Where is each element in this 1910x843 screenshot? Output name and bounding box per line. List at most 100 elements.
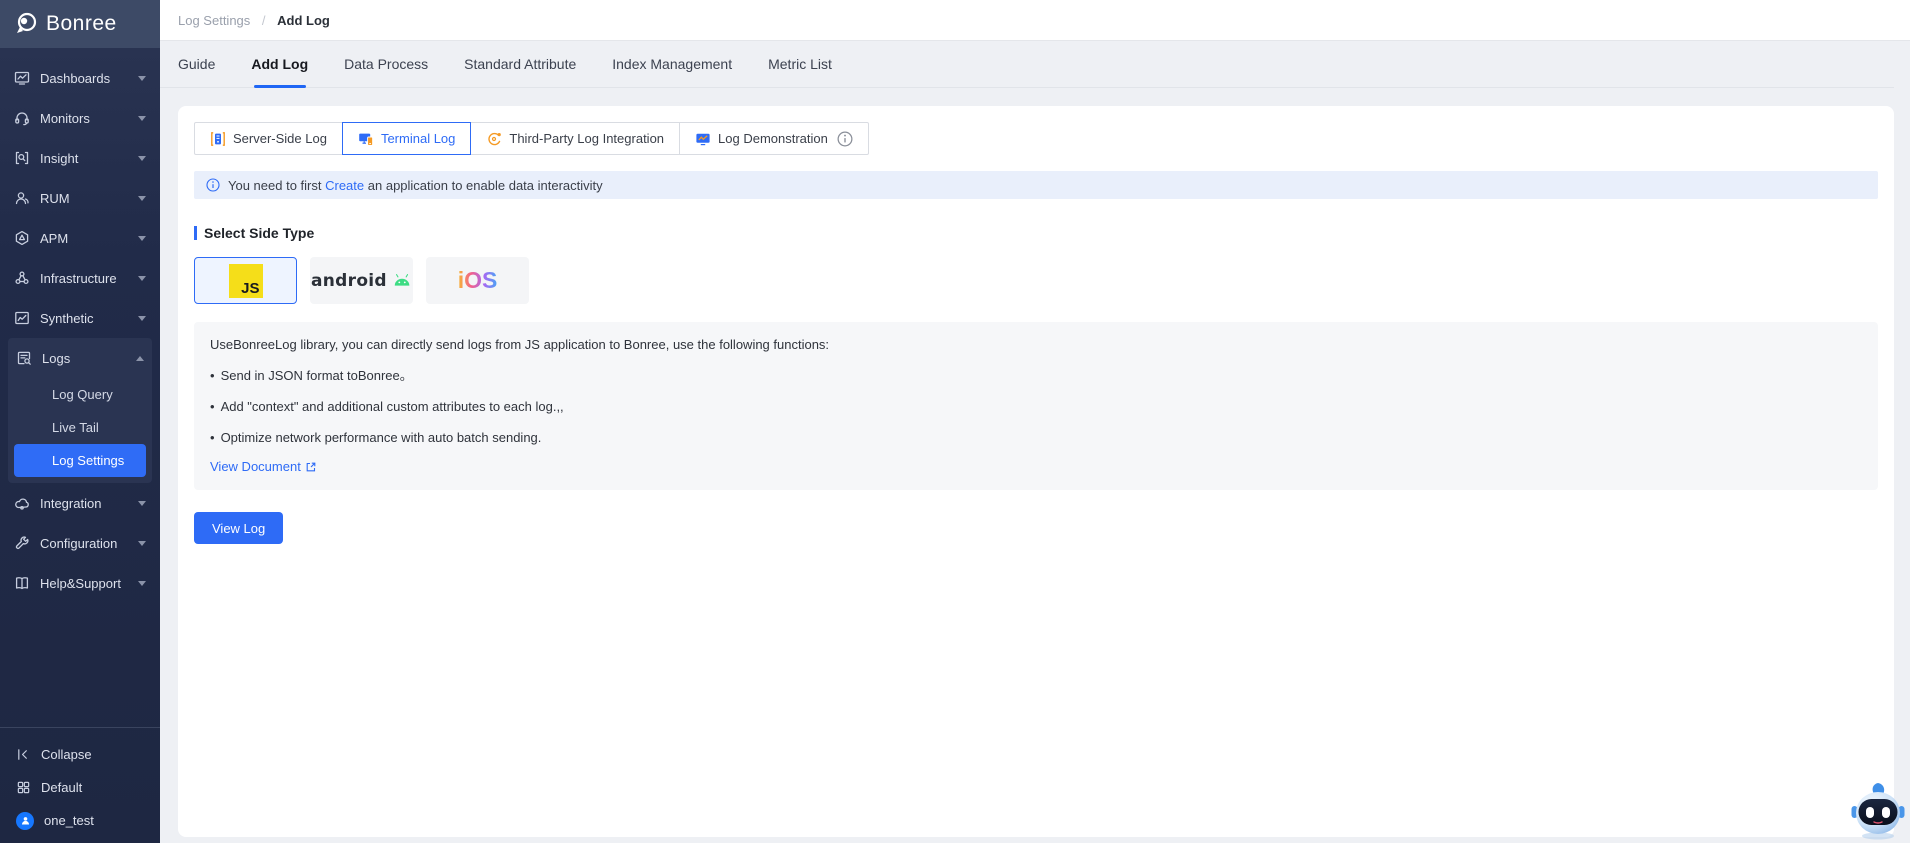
app-root: Bonree Dashboards Monitors Insight RUM [0, 0, 1910, 843]
chevron-down-icon [138, 236, 146, 241]
sidebar-group-logs: Logs Log Query Live Tail Log Settings [8, 338, 152, 483]
sidebar-child-label: Log Query [52, 387, 113, 402]
description-bullet: Optimize network performance with auto b… [210, 429, 1862, 448]
ios-label: iOS [458, 267, 498, 294]
tab-label: Standard Attribute [464, 56, 576, 72]
tab-index-management[interactable]: Index Management [612, 40, 732, 88]
sidebar-child-label: Live Tail [52, 420, 99, 435]
view-log-button[interactable]: View Log [194, 512, 283, 544]
sidebar-item-log-query[interactable]: Log Query [14, 378, 146, 411]
tab-data-process[interactable]: Data Process [344, 40, 428, 88]
sidebar-item-label: Insight [40, 151, 138, 166]
chevron-down-icon [138, 196, 146, 201]
integration-icon [14, 495, 30, 511]
third-party-icon [486, 131, 502, 147]
sidebar-item-help-support[interactable]: Help&Support [0, 563, 160, 603]
sidebar-item-label: Synthetic [40, 311, 138, 326]
breadcrumb-parent[interactable]: Log Settings [178, 13, 250, 28]
tab-guide[interactable]: Guide [178, 40, 215, 88]
create-link[interactable]: Create [325, 178, 364, 193]
section-title: Select Side Type [194, 225, 1878, 241]
chevron-down-icon [138, 276, 146, 281]
log-source-switcher: Server-Side Log Terminal Log Third-Party… [194, 122, 1878, 155]
chevron-down-icon [138, 116, 146, 121]
side-type-android[interactable]: android [310, 257, 413, 304]
sidebar-item-insight[interactable]: Insight [0, 138, 160, 178]
android-label: android [311, 271, 387, 291]
tab-label: Index Management [612, 56, 732, 72]
tab-label: Add Log [251, 56, 308, 72]
workspace-label: Default [41, 780, 82, 795]
third-party-log-button[interactable]: Third-Party Log Integration [470, 122, 680, 155]
info-banner: You need to first Create an application … [194, 171, 1878, 199]
breadcrumb-separator: / [262, 13, 266, 28]
insight-icon [14, 150, 30, 166]
sidebar-item-logs[interactable]: Logs [8, 338, 152, 378]
dashboard-icon [14, 70, 30, 86]
log-source-label: Terminal Log [381, 131, 455, 146]
sidebar-item-label: APM [40, 231, 138, 246]
sidebar-nav: Dashboards Monitors Insight RUM APM [0, 48, 160, 727]
sidebar-item-label: Help&Support [40, 576, 138, 591]
server-icon [210, 131, 226, 147]
external-link-icon [305, 461, 317, 473]
sidebar-item-label: Configuration [40, 536, 138, 551]
workspace-switcher[interactable]: Default [0, 771, 160, 804]
chevron-down-icon [138, 501, 146, 506]
synthetic-chart-icon [14, 310, 30, 326]
user-account[interactable]: one_test [0, 804, 160, 837]
tab-standard-attribute[interactable]: Standard Attribute [464, 40, 576, 88]
sidebar-item-label: Infrastructure [40, 271, 138, 286]
username-label: one_test [44, 813, 94, 828]
headset-icon [14, 110, 30, 126]
sidebar-item-integration[interactable]: Integration [0, 483, 160, 523]
breadcrumb-current: Add Log [277, 13, 330, 28]
demo-monitor-icon [695, 131, 711, 147]
banner-text-after: an application to enable data interactiv… [368, 178, 603, 193]
side-type-js[interactable]: JS [194, 257, 297, 304]
sidebar-item-log-settings[interactable]: Log Settings [14, 444, 146, 477]
sidebar-item-infrastructure[interactable]: Infrastructure [0, 258, 160, 298]
brand-logo[interactable]: Bonree [0, 0, 160, 48]
tab-metric-list[interactable]: Metric List [768, 40, 832, 88]
sidebar-item-rum[interactable]: RUM [0, 178, 160, 218]
chevron-up-icon [136, 356, 144, 361]
nodes-icon [14, 270, 30, 286]
terminal-log-button[interactable]: Terminal Log [342, 122, 471, 155]
view-document-link[interactable]: View Document [210, 459, 317, 474]
apm-icon [14, 230, 30, 246]
bonree-logo-icon [14, 11, 40, 37]
side-type-ios[interactable]: iOS [426, 257, 529, 304]
side-type-options: JS android iOS [194, 257, 1878, 304]
brand-name: Bonree [46, 12, 117, 36]
sidebar: Bonree Dashboards Monitors Insight RUM [0, 0, 160, 843]
sidebar-child-label: Log Settings [52, 453, 124, 468]
tab-label: Guide [178, 56, 215, 72]
sidebar-item-dashboards[interactable]: Dashboards [0, 58, 160, 98]
info-icon[interactable] [837, 131, 853, 147]
server-side-log-button[interactable]: Server-Side Log [194, 122, 343, 155]
description-intro: UseBonreeLog library, you can directly s… [210, 336, 1862, 355]
info-circle-icon [206, 178, 220, 192]
log-demonstration-button[interactable]: Log Demonstration [679, 122, 869, 155]
description-bullet: Send in JSON format toBonree。 [210, 367, 1862, 386]
sidebar-item-monitors[interactable]: Monitors [0, 98, 160, 138]
sidebar-item-configuration[interactable]: Configuration [0, 523, 160, 563]
tab-bar: Guide Add Log Data Process Standard Attr… [160, 40, 1894, 88]
assistant-robot-icon[interactable] [1850, 779, 1906, 841]
collapse-button[interactable]: Collapse [0, 738, 160, 771]
js-logo-icon: JS [229, 264, 263, 298]
view-document-label: View Document [210, 459, 301, 474]
sidebar-item-synthetic[interactable]: Synthetic [0, 298, 160, 338]
tab-add-log[interactable]: Add Log [251, 40, 308, 88]
sidebar-item-live-tail[interactable]: Live Tail [14, 411, 146, 444]
log-source-label: Third-Party Log Integration [509, 131, 664, 146]
banner-text-before: You need to first [228, 178, 321, 193]
wrench-icon [14, 535, 30, 551]
chevron-down-icon [138, 541, 146, 546]
chevron-down-icon [138, 581, 146, 586]
description-bullet: Add "context" and additional custom attr… [210, 398, 1862, 417]
sidebar-item-apm[interactable]: APM [0, 218, 160, 258]
topbar: Log Settings / Add Log [160, 0, 1910, 40]
chevron-down-icon [138, 316, 146, 321]
